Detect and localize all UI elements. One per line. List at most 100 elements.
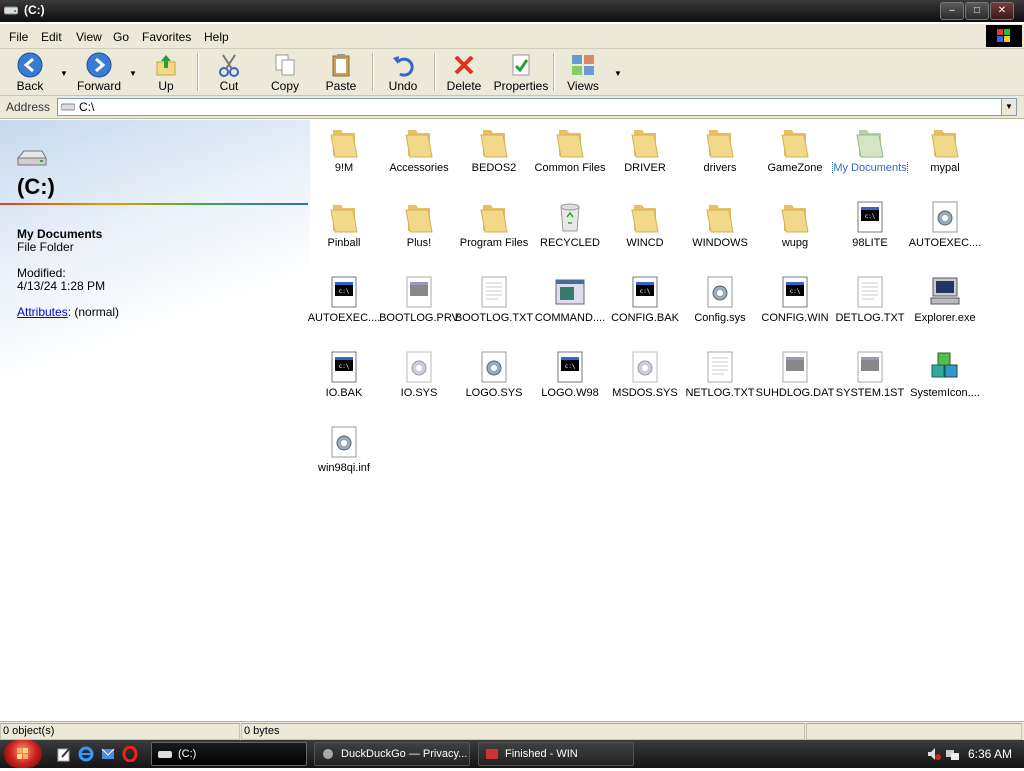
file-item[interactable]: c:\ IO.BAK xyxy=(306,347,382,417)
menu-view[interactable]: View xyxy=(76,30,102,44)
delete-button[interactable]: Delete xyxy=(443,49,485,95)
file-item[interactable]: WINCD xyxy=(607,197,683,267)
up-button[interactable]: Up xyxy=(146,49,186,95)
file-item[interactable]: My Documents xyxy=(832,122,908,192)
opera-icon[interactable] xyxy=(122,746,138,762)
status-zone xyxy=(806,723,1022,740)
file-name: CONFIG.WIN xyxy=(761,312,829,324)
file-item[interactable]: mypal xyxy=(907,122,983,192)
attributes-link[interactable]: Attributes xyxy=(17,305,68,319)
menu-favorites[interactable]: Favorites xyxy=(142,30,191,44)
menu-help[interactable]: Help xyxy=(204,30,229,44)
svg-text:c:\: c:\ xyxy=(865,213,876,220)
cut-button[interactable]: Cut xyxy=(208,49,250,95)
address-input[interactable]: C:\ ▼ xyxy=(57,98,1017,116)
menu-file[interactable]: File xyxy=(9,30,28,44)
internet-explorer-icon[interactable] xyxy=(78,746,94,762)
file-item[interactable]: win98qi.inf xyxy=(306,422,382,492)
file-name: Config.sys xyxy=(694,312,746,324)
menu-edit[interactable]: Edit xyxy=(41,30,62,44)
back-button[interactable]: Back xyxy=(6,49,54,95)
status-size: 0 bytes xyxy=(241,723,805,740)
views-dropdown-icon[interactable]: ▼ xyxy=(614,69,622,78)
file-item[interactable]: Config.sys xyxy=(682,272,758,342)
volume-icon[interactable] xyxy=(926,746,942,762)
file-name: wupg xyxy=(781,237,809,249)
task-installer[interactable]: Finished - WIN xyxy=(478,742,634,766)
close-button[interactable]: ✕ xyxy=(990,2,1014,20)
file-item[interactable]: SYSTEM.1ST xyxy=(832,347,908,417)
folder-icon xyxy=(907,124,983,160)
clock[interactable]: 6:36 AM xyxy=(968,747,1012,761)
gear-doc-light-icon xyxy=(607,349,683,385)
undo-icon xyxy=(393,56,414,77)
back-dropdown-icon[interactable]: ▼ xyxy=(60,69,68,78)
file-item[interactable]: Pinball xyxy=(306,197,382,267)
address-dropdown-icon[interactable]: ▼ xyxy=(1001,99,1016,115)
title-bar[interactable]: (C:) – □ ✕ xyxy=(0,0,1024,22)
svg-text:c:\: c:\ xyxy=(790,288,801,295)
file-item[interactable]: NETLOG.TXT xyxy=(682,347,758,417)
folder-icon xyxy=(757,124,833,160)
file-item[interactable]: Plus! xyxy=(381,197,457,267)
file-item[interactable]: GameZone xyxy=(757,122,833,192)
file-item[interactable]: c:\ CONFIG.WIN xyxy=(757,272,833,342)
file-item[interactable]: c:\ CONFIG.BAK xyxy=(607,272,683,342)
task-browser[interactable]: DuckDuckGo — Privacy... xyxy=(314,742,470,766)
content-area: (C:) My Documents File Folder Modified: … xyxy=(0,120,1024,720)
file-name: GameZone xyxy=(767,162,823,174)
file-item[interactable]: c:\ AUTOEXEC.... xyxy=(306,272,382,342)
file-item[interactable]: IO.SYS xyxy=(381,347,457,417)
minimize-button[interactable]: – xyxy=(940,2,964,20)
file-item[interactable]: BEDOS2 xyxy=(456,122,532,192)
file-item[interactable]: Explorer.exe xyxy=(907,272,983,342)
file-item[interactable]: Accessories xyxy=(381,122,457,192)
paste-button[interactable]: Paste xyxy=(318,49,364,95)
file-item[interactable]: c:\ LOGO.W98 xyxy=(532,347,608,417)
file-item[interactable]: wupg xyxy=(757,197,833,267)
edit-notepad-icon[interactable] xyxy=(56,746,72,762)
file-item[interactable]: COMMAND.... xyxy=(532,272,608,342)
file-item[interactable]: SystemIcon.... xyxy=(907,347,983,417)
file-name: WINDOWS xyxy=(692,237,748,249)
svg-text:c:\: c:\ xyxy=(640,288,651,295)
gear-doc-light-icon xyxy=(381,349,457,385)
start-button[interactable] xyxy=(4,740,42,768)
outlook-express-icon[interactable] xyxy=(100,746,116,762)
file-item[interactable]: DETLOG.TXT xyxy=(832,272,908,342)
address-value[interactable]: C:\ xyxy=(79,100,94,114)
forward-dropdown-icon[interactable]: ▼ xyxy=(129,69,137,78)
file-item[interactable]: RECYCLED xyxy=(532,197,608,267)
file-name: CONFIG.BAK xyxy=(611,312,679,324)
maximize-button[interactable]: □ xyxy=(965,2,989,20)
file-item[interactable]: AUTOEXEC.... xyxy=(907,197,983,267)
file-item[interactable]: 9!M xyxy=(306,122,382,192)
file-item[interactable]: DRIVER xyxy=(607,122,683,192)
file-item[interactable]: MSDOS.SYS xyxy=(607,347,683,417)
task-explorer[interactable]: (C:) xyxy=(151,742,307,766)
menu-go[interactable]: Go xyxy=(113,30,129,44)
file-item[interactable]: BOOTLOG.TXT xyxy=(455,272,533,342)
folder-icon xyxy=(456,199,532,235)
svg-text:c:\: c:\ xyxy=(339,363,350,370)
file-name: Plus! xyxy=(406,237,432,249)
copy-button[interactable]: Copy xyxy=(262,49,308,95)
undo-button[interactable]: Undo xyxy=(382,49,424,95)
file-name: Program Files xyxy=(459,237,529,249)
network-icon[interactable] xyxy=(944,746,960,762)
file-item[interactable]: c:\ 98LITE xyxy=(832,197,908,267)
file-name: SUHDLOG.DAT xyxy=(755,387,835,399)
file-item[interactable]: SUHDLOG.DAT xyxy=(756,347,834,417)
file-item[interactable]: BOOTLOG.PRV xyxy=(379,272,459,342)
file-name: Common Files xyxy=(534,162,606,174)
toolbar: Back ▼ Forward ▼ Up Cut Copy Paste Undo … xyxy=(0,49,1024,96)
views-button[interactable]: Views xyxy=(562,49,604,95)
file-item[interactable]: WINDOWS xyxy=(682,197,758,267)
file-name: My Documents xyxy=(832,162,908,174)
properties-button[interactable]: Properties xyxy=(492,49,550,95)
file-item[interactable]: Common Files xyxy=(532,122,608,192)
file-item[interactable]: drivers xyxy=(682,122,758,192)
forward-button[interactable]: Forward xyxy=(72,49,126,95)
file-item[interactable]: LOGO.SYS xyxy=(456,347,532,417)
file-item[interactable]: Program Files xyxy=(456,197,532,267)
